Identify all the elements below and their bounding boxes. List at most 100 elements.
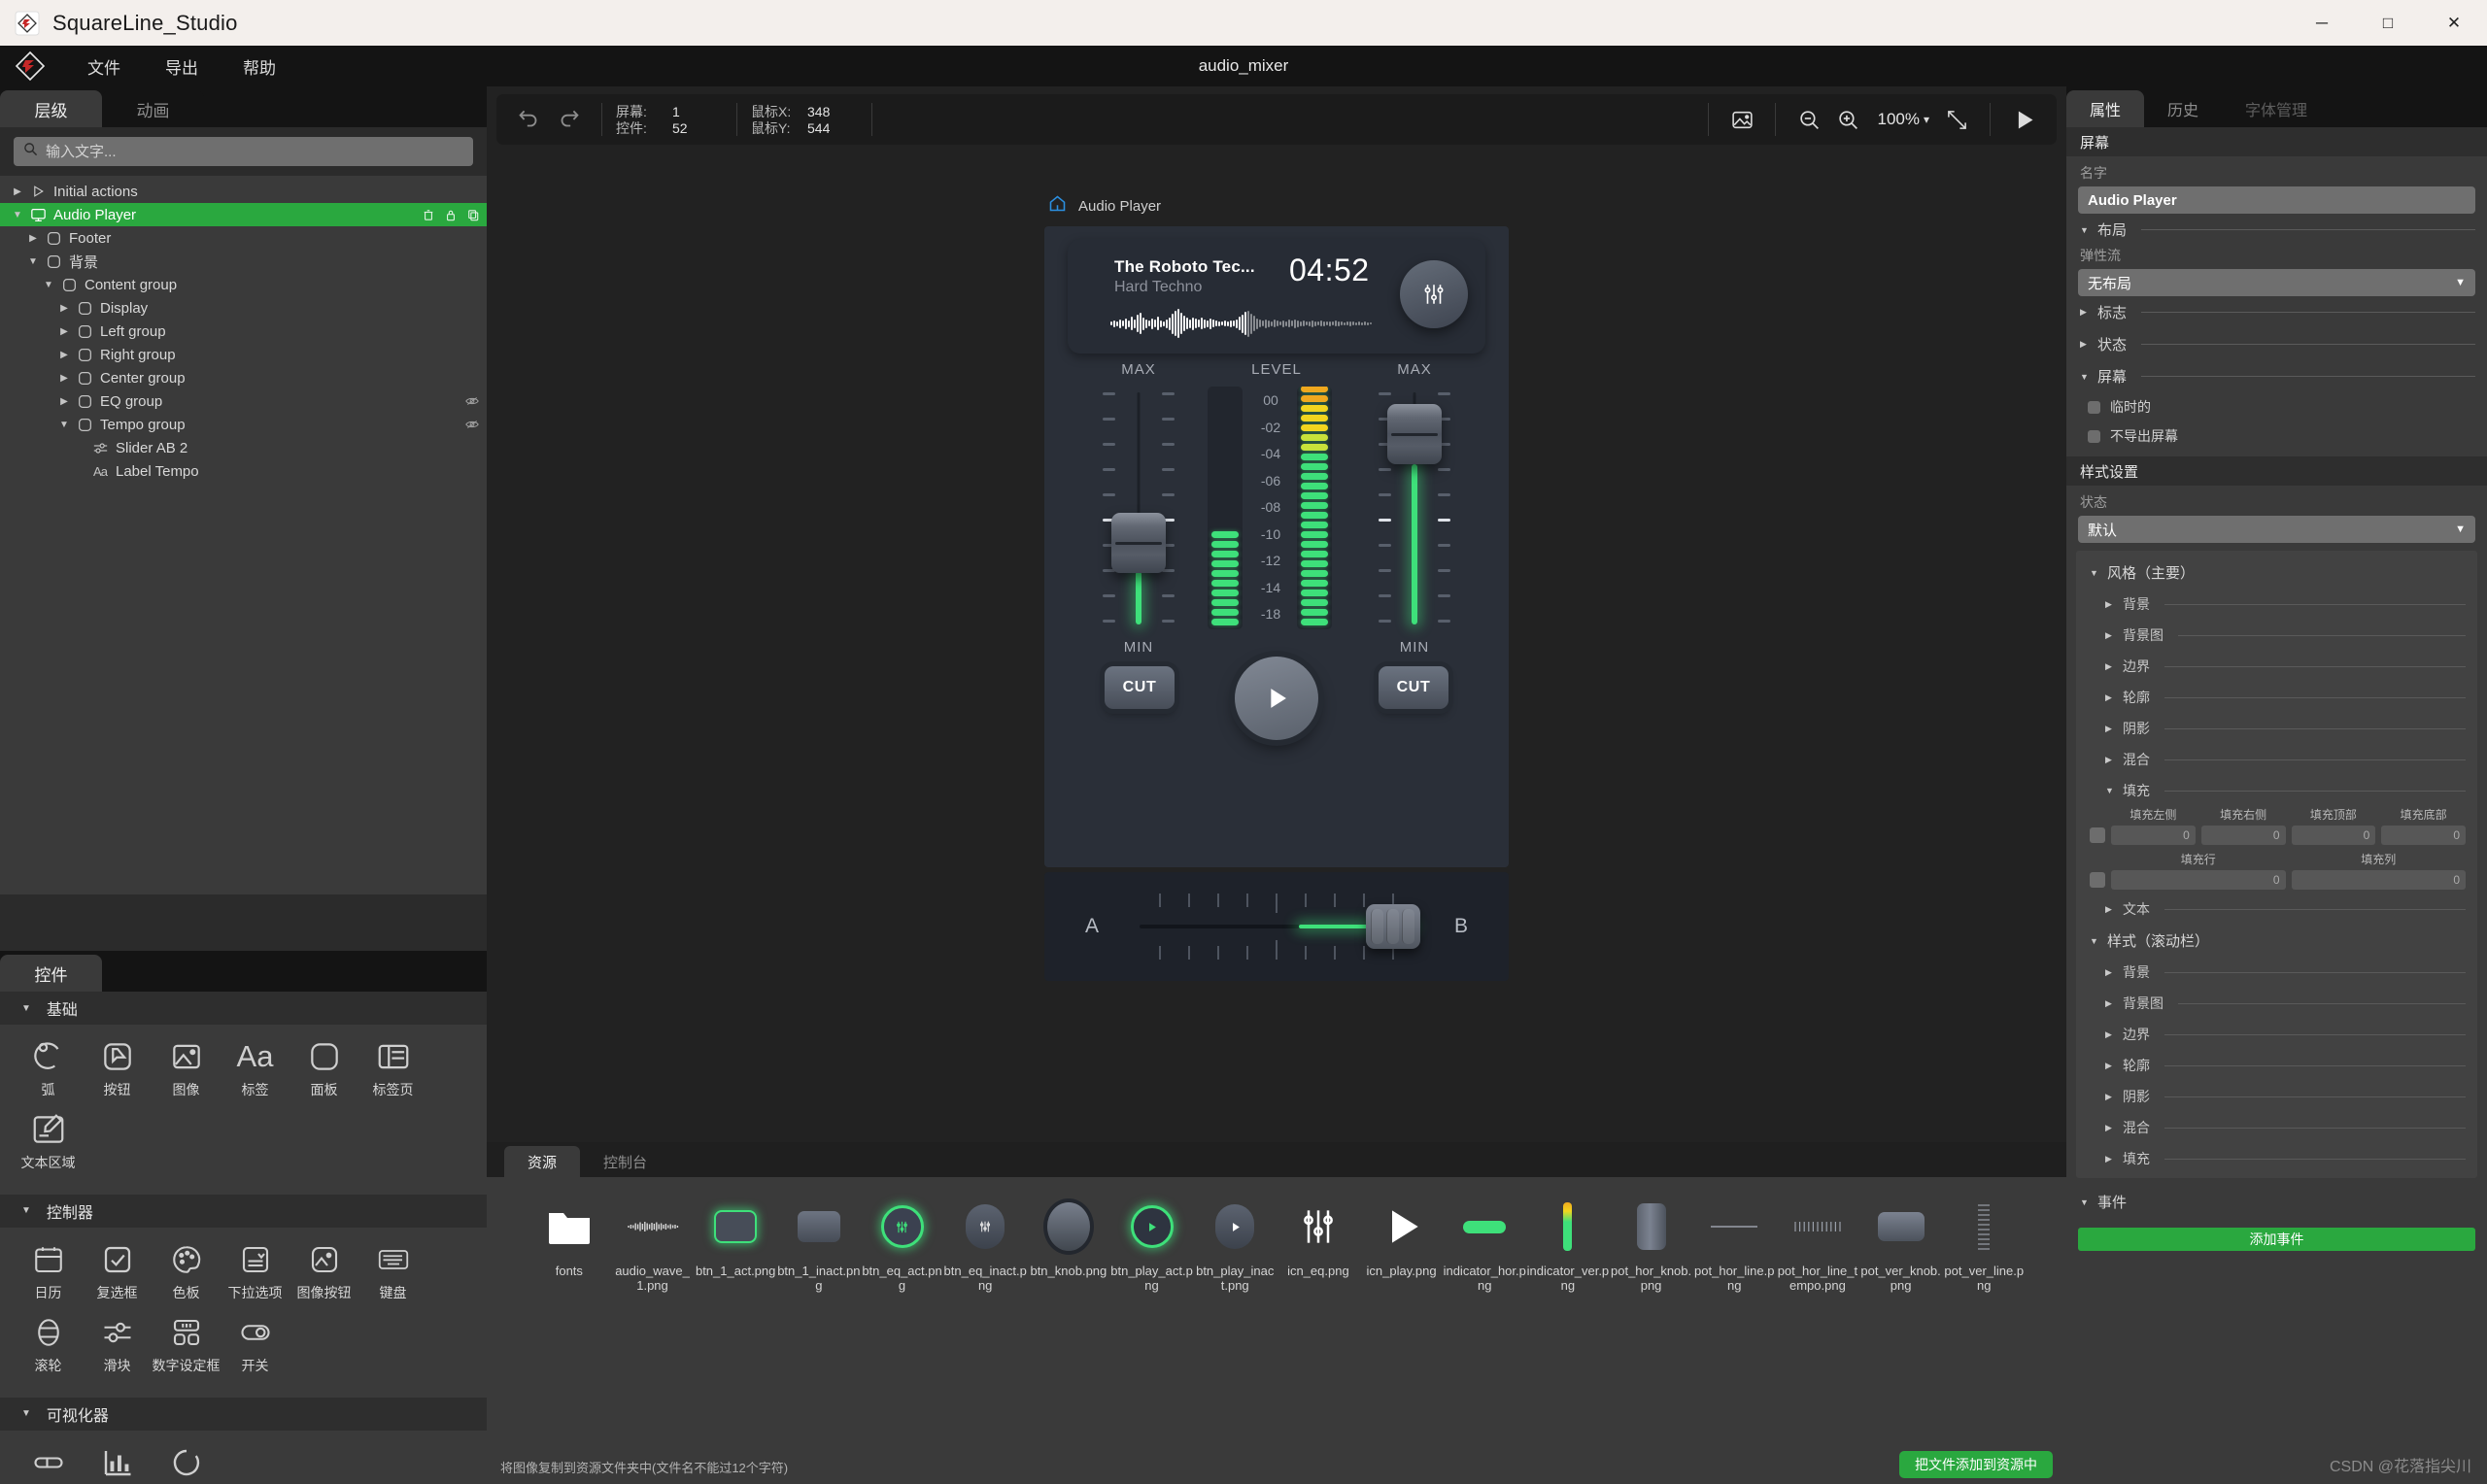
undo-icon[interactable]	[510, 100, 549, 139]
search-box[interactable]	[14, 137, 473, 166]
style-item-row[interactable]: ▶ 轮廓	[2076, 1050, 2477, 1081]
asset-item[interactable]: indicator_hor.png	[1443, 1198, 1526, 1484]
cut-button-left[interactable]: CUT	[1105, 666, 1175, 709]
caret-down-icon[interactable]: ▼	[54, 420, 74, 430]
padding-bottom-input[interactable]: 0	[2381, 826, 2466, 845]
tab-history[interactable]: 历史	[2144, 90, 2222, 127]
checkbox-no-export[interactable]: 不导出屏幕	[2066, 422, 2487, 451]
widget-item-bar[interactable]: 条	[14, 1440, 83, 1484]
padding-row-input[interactable]: 0	[2111, 870, 2286, 890]
caret-down-icon[interactable]: ▼	[39, 280, 58, 290]
widget-item-textarea[interactable]: 文本区域	[14, 1107, 83, 1170]
name-field[interactable]: Audio Player	[2078, 186, 2475, 214]
eye-hidden-icon[interactable]	[465, 419, 479, 430]
tab-widgets[interactable]: 控件	[0, 955, 102, 992]
duplicate-icon[interactable]	[467, 209, 479, 221]
tree-row--[interactable]: ▼ 背景	[0, 250, 487, 273]
tree-row-audio-player[interactable]: ▼ Audio Player	[0, 203, 487, 226]
style-main-title-row[interactable]: ▼ 风格（主要）	[2076, 556, 2477, 589]
asset-item[interactable]: fonts	[528, 1198, 611, 1484]
minimize-button[interactable]: ─	[2289, 0, 2355, 46]
asset-item[interactable]: btn_eq_inact.png	[943, 1198, 1027, 1484]
caret-right-icon[interactable]: ▶	[54, 373, 74, 384]
widget-item-arc[interactable]: 弧	[14, 1034, 83, 1097]
tab-animation[interactable]: 动画	[102, 90, 204, 127]
caret-right-icon[interactable]: ▶	[23, 233, 43, 244]
asset-item[interactable]: btn_play_act.png	[1110, 1198, 1194, 1484]
zoom-in-icon[interactable]	[1828, 100, 1867, 139]
widget-item-keyboard[interactable]: 键盘	[358, 1237, 427, 1300]
tab-hierarchy[interactable]: 层级	[0, 90, 102, 127]
widget-item-chart[interactable]: 图表	[83, 1440, 152, 1484]
cut-button-right[interactable]: CUT	[1379, 666, 1448, 709]
style-item-row[interactable]: ▶ 背景图	[2076, 620, 2477, 651]
tab-assets[interactable]: 资源	[504, 1146, 581, 1177]
asset-item[interactable]: icn_play.png	[1360, 1198, 1444, 1484]
tree-row-label-tempo[interactable]: Aa Label Tempo	[0, 459, 487, 483]
padding-top-input[interactable]: 0	[2291, 826, 2376, 845]
chevron-down-icon[interactable]: ▾	[1924, 113, 1929, 126]
add-assets-button[interactable]: 把文件添加到资源中	[1899, 1451, 2053, 1478]
widget-item-calendar[interactable]: 日历	[14, 1237, 83, 1300]
asset-item[interactable]: btn_1_act.png	[694, 1198, 777, 1484]
style-item-row[interactable]: ▶ 边界	[2076, 651, 2477, 682]
style-item-row[interactable]: ▶ 填充	[2076, 1143, 2477, 1174]
widget-item-panel[interactable]: 面板	[290, 1034, 358, 1097]
asset-item[interactable]: btn_1_inact.png	[777, 1198, 861, 1484]
tree-row-display[interactable]: ▶ Display	[0, 296, 487, 320]
widget-item-spinbox[interactable]: 数字设定框	[152, 1310, 221, 1373]
fader-left[interactable]	[1097, 387, 1180, 629]
asset-item[interactable]: indicator_ver.png	[1526, 1198, 1610, 1484]
flex-select[interactable]: 无布局 ▼	[2078, 269, 2475, 296]
widget-item-checkbox[interactable]: 复选框	[83, 1237, 152, 1300]
style-item-row[interactable]: ▶ 阴影	[2076, 1081, 2477, 1112]
section-states[interactable]: ▶ 状态	[2066, 328, 2487, 360]
run-preview-icon[interactable]	[2004, 100, 2043, 139]
section-screen[interactable]: ▼ 屏幕	[2066, 360, 2487, 392]
crossfade-knob[interactable]	[1365, 904, 1420, 949]
widget-item-switch[interactable]: 开关	[221, 1310, 290, 1373]
menu-help[interactable]: 帮助	[227, 49, 291, 84]
widget-item-label-aa[interactable]: Aa 标签	[221, 1034, 290, 1097]
asset-item[interactable]: btn_knob.png	[1027, 1198, 1110, 1484]
add-event-button[interactable]: 添加事件	[2078, 1228, 2475, 1251]
padding-right-input[interactable]: 0	[2200, 826, 2286, 845]
widget-item-palette[interactable]: 色板	[152, 1237, 221, 1300]
style-item-row[interactable]: ▶ 背景	[2076, 589, 2477, 620]
tree-row-tempo-group[interactable]: ▼ Tempo group	[0, 413, 487, 436]
image-preview-icon[interactable]	[1722, 100, 1761, 139]
asset-item[interactable]: audio_wave_1.png	[611, 1198, 695, 1484]
checkbox-transient[interactable]: 临时的	[2066, 392, 2487, 422]
tree-row-content-group[interactable]: ▼ Content group	[0, 273, 487, 296]
state-select[interactable]: 默认 ▼	[2078, 516, 2475, 543]
asset-item[interactable]: pot_ver_knob.png	[1859, 1198, 1943, 1484]
tree-row-slider-ab-2[interactable]: Slider AB 2	[0, 436, 487, 459]
section-events[interactable]: ▼ 事件	[2066, 1186, 2487, 1218]
padding-sides-checkbox[interactable]	[2090, 827, 2105, 843]
lock-icon[interactable]	[445, 209, 457, 221]
caret-right-icon[interactable]: ▶	[54, 350, 74, 360]
style-item-row[interactable]: ▶ 背景图	[2076, 988, 2477, 1019]
padding-left-input[interactable]: 0	[2111, 826, 2196, 845]
style-item-row[interactable]: ▶ 混合	[2076, 1112, 2477, 1143]
style-item-row[interactable]: ▶ 边界	[2076, 1019, 2477, 1050]
fader-right[interactable]	[1373, 387, 1456, 629]
tree-row-footer[interactable]: ▶ Footer	[0, 226, 487, 250]
home-icon[interactable]	[1047, 193, 1068, 219]
asset-item[interactable]: pot_hor_knob.png	[1610, 1198, 1693, 1484]
style-item-row[interactable]: ▶ 混合	[2076, 744, 2477, 775]
equalizer-button[interactable]	[1400, 260, 1468, 328]
asset-item[interactable]: btn_eq_act.png	[861, 1198, 944, 1484]
caret-right-icon[interactable]: ▶	[8, 186, 27, 197]
asset-item[interactable]: btn_play_inact.png	[1193, 1198, 1277, 1484]
tab-console[interactable]: 控制台	[580, 1146, 670, 1177]
caret-right-icon[interactable]: ▶	[54, 326, 74, 337]
maximize-button[interactable]: □	[2355, 0, 2421, 46]
asset-item[interactable]: pot_hor_line.png	[1692, 1198, 1776, 1484]
widget-item-spinner[interactable]: 旋转器	[152, 1440, 221, 1484]
tab-font-manager[interactable]: 字体管理	[2222, 90, 2331, 127]
delete-icon[interactable]	[423, 209, 434, 221]
style-item-row[interactable]: ▶ 轮廓	[2076, 682, 2477, 713]
tree-row-initial-actions[interactable]: ▶ Initial actions	[0, 180, 487, 203]
zoom-level-label[interactable]: 100%	[1877, 110, 1919, 129]
